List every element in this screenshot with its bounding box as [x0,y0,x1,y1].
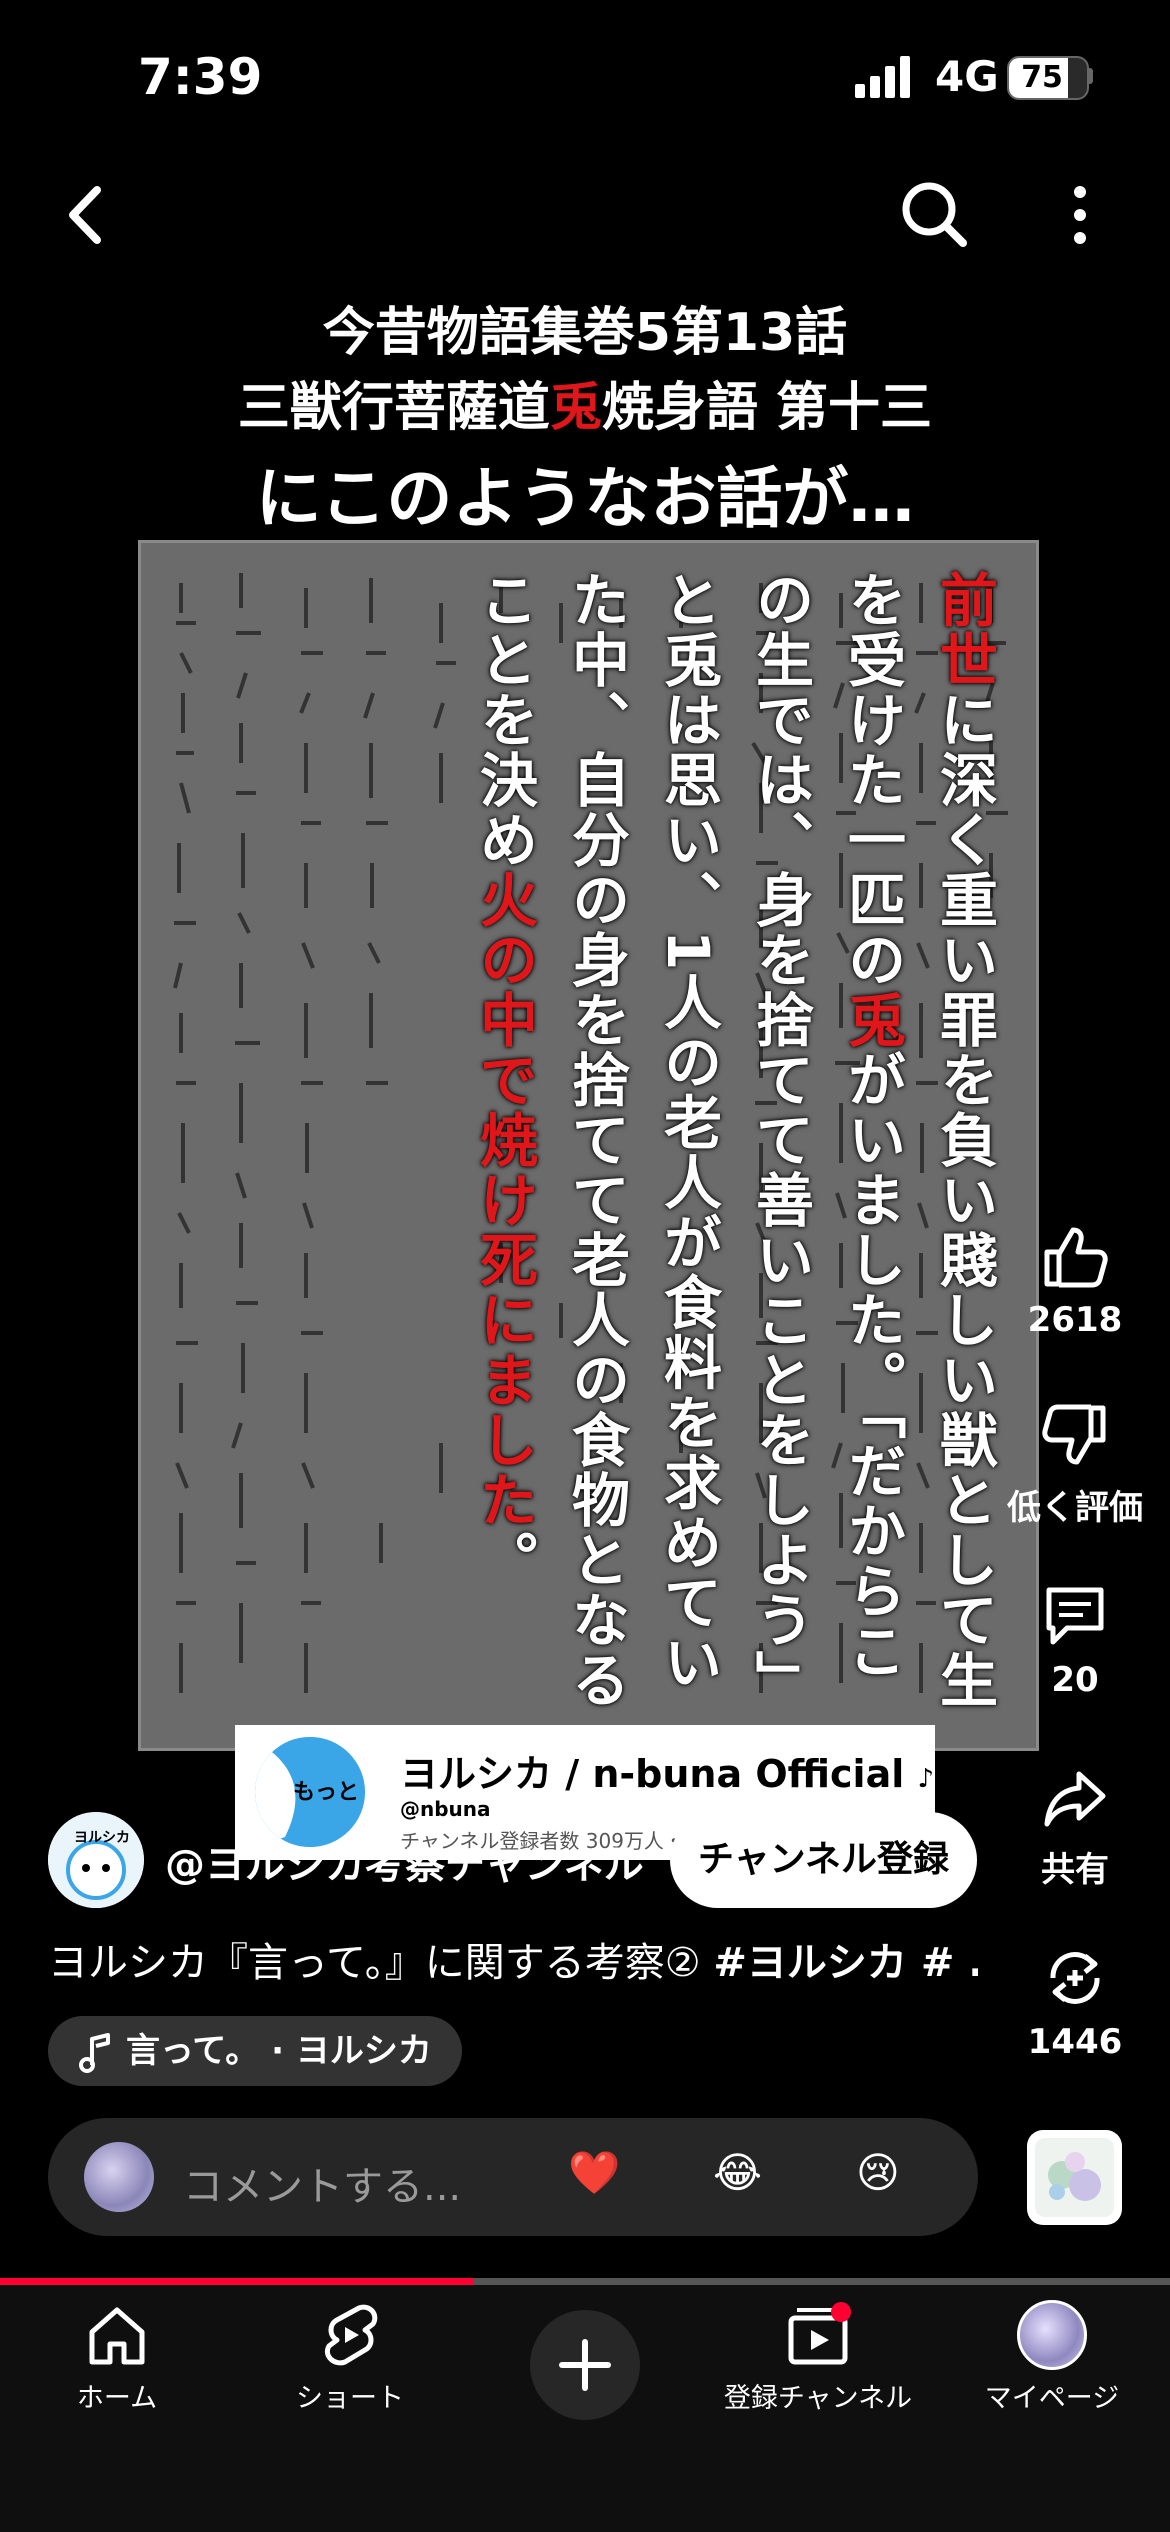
comment-icon [1046,1587,1104,1645]
chevron-left-icon [69,186,101,244]
card-avatar-text: もっと [293,1780,359,1805]
progress-fill [0,2278,474,2285]
nav-shorts-label: ショート [296,2383,404,2414]
like-count: 2618 [1027,1300,1123,1340]
comments-button[interactable]: 20 [1000,1580,1150,1700]
search-icon [902,182,967,247]
dislike-button[interactable]: 低く評価 [1000,1400,1150,1529]
share-label: 共有 [1041,1850,1109,1890]
home-icon [89,2307,145,2365]
vtext-red-3: 火の中で焼け死にました [470,870,538,1530]
vertical-story-text: 前世に深く重い罪を負い賤しい獣として生を受けた一匹の兎がいました。「だからこの生… [190,570,1010,1730]
card-avatar-art: もっと [255,1737,365,1847]
dislike-label: 低く評価 [1007,1488,1143,1528]
description-hashtags[interactable]: #ヨルシカ # ... [713,1940,978,1986]
video-title-line1: 今昔物語集巻5第13話 [322,303,848,363]
video-title-line2-red: 兎 [549,378,602,438]
remix-count: 1446 [1027,2022,1123,2062]
music-label: 言って。 · ヨルシカ [126,2031,432,2071]
nav-subscriptions[interactable]: 登録チャンネル [722,2300,914,2415]
thumbs-up-icon [1044,1227,1108,1288]
music-note-icon: ♪ [917,1764,935,1794]
signal-icon [855,54,911,98]
card-avatar: もっと [255,1737,365,1847]
card-name-text: ヨルシカ / n-buna Official [400,1752,905,1796]
comment-bar[interactable]: コメントする... ❤️ 😂 😢 [48,2118,978,2236]
like-button[interactable]: 2618 [1000,1220,1150,1340]
plus-icon [559,2339,611,2391]
vtext-red-1: 前世 [930,570,998,690]
me-avatar [1017,2300,1087,2370]
nav-home[interactable]: ホーム [22,2300,212,2415]
shorts-icon [325,2304,378,2366]
back-button[interactable] [55,180,125,250]
search-button[interactable] [895,175,975,255]
video-title-line3: にこのようなお話が… [255,460,915,537]
nav-subscriptions-label: 登録チャンネル [723,2383,913,2414]
remix-icon [1050,1952,1100,2004]
create-button[interactable] [530,2310,640,2420]
share-button[interactable]: 共有 [1000,1762,1150,1891]
video-description[interactable]: ヨルシカ『言って。』に関する考察② #ヨルシカ # ... [48,1930,978,1988]
channel-avatar-text: ヨルシカ [74,1830,130,1846]
emoji-sad-button[interactable]: 😢 [856,2148,900,2197]
channel-avatar[interactable]: ヨルシカ [48,1812,144,1908]
channel-avatar-art: ヨルシカ [48,1812,144,1908]
user-avatar [84,2142,154,2212]
comment-count: 20 [1051,1660,1099,1700]
description-text: ヨルシカ『言って。』に関する考察② [48,1940,714,1986]
card-channel-name: ヨルシカ / n-buna Official ♪ [400,1743,934,1798]
emoji-heart-button[interactable]: ❤️ [568,2148,620,2198]
card-handle: @nbuna [400,1797,491,1821]
sound-thumbnail-art [1035,2138,1114,2217]
music-note-icon [79,2032,110,2073]
share-icon [1044,1771,1106,1827]
remix-button[interactable]: 1446 [1000,1942,1150,2062]
more-options-button[interactable] [1050,180,1110,250]
video-title-line2-b: 焼身語 第十三 [601,378,933,438]
sound-thumbnail-button[interactable] [1027,2130,1122,2225]
video-title-line2: 三獣行菩薩道兎焼身語 第十三 [0,365,1170,440]
nav-me[interactable]: マイページ [957,2300,1147,2415]
thumbs-down-icon [1042,1404,1106,1465]
nav-home-label: ホーム [76,2383,158,2414]
comment-input[interactable]: コメントする... [183,2154,461,2212]
battery-tip [1088,68,1093,84]
emoji-laugh-button[interactable]: 😂 [713,2148,762,2197]
battery-level: 75 [1021,60,1063,95]
status-time: 7:39 [138,48,263,106]
music-pill[interactable]: 言って。 · ヨルシカ [48,2016,462,2086]
subscribe-button[interactable]: チャンネル登録 [670,1812,977,1908]
channel-name[interactable]: @ヨルシカ考察チャンネル [165,1832,644,1890]
more-vertical-icon [1074,186,1086,244]
vtext-red-2: 兎 [838,990,906,1050]
nav-shorts[interactable]: ショート [255,2300,445,2415]
video-title-line2-a: 三獣行菩薩道 [237,378,550,438]
network-label: 4G [935,52,999,101]
vtext-part-3: 。 [470,1530,538,1590]
subscriptions-icon [788,2302,851,2365]
battery-icon: 75 [1007,56,1089,100]
nav-me-label: マイページ [984,2383,1120,2414]
